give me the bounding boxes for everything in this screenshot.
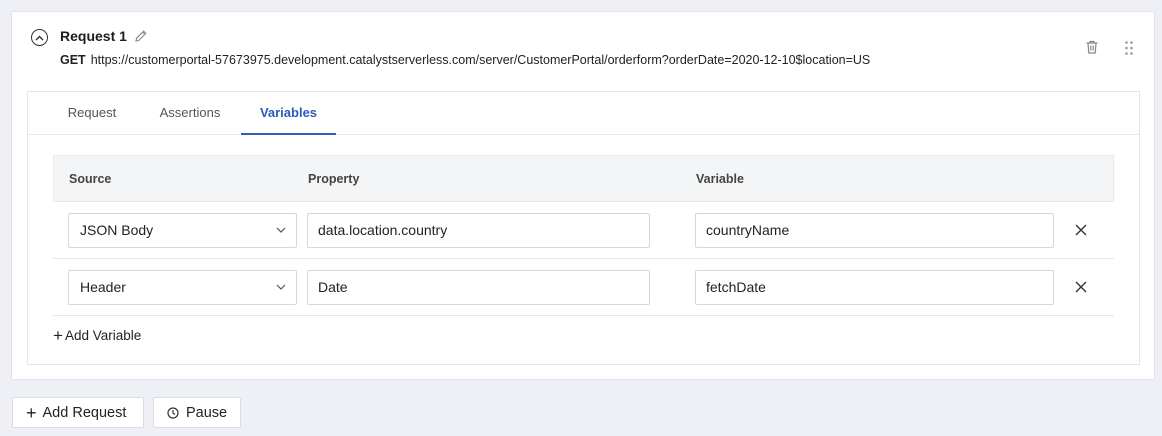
request-card: Request 1 GET https://customerportal-5767… bbox=[11, 11, 1155, 380]
add-variable-button[interactable]: + Add Variable bbox=[53, 325, 142, 345]
table-header: Source Property Variable bbox=[53, 155, 1114, 202]
pencil-icon[interactable] bbox=[134, 29, 148, 43]
source-select-value: JSON Body bbox=[80, 222, 154, 238]
clock-icon bbox=[167, 406, 179, 419]
variable-input[interactable]: fetchDate bbox=[695, 270, 1054, 305]
table-row: JSON Body data.location.country countryN… bbox=[53, 202, 1114, 259]
collapse-button[interactable] bbox=[31, 29, 48, 46]
drag-handle-icon[interactable] bbox=[1124, 40, 1134, 56]
trash-icon[interactable] bbox=[1084, 39, 1100, 55]
source-select[interactable]: Header bbox=[68, 270, 297, 305]
request-title: Request 1 bbox=[60, 28, 127, 44]
chevron-down-icon bbox=[276, 284, 286, 290]
pause-label: Pause bbox=[186, 404, 228, 421]
property-input[interactable]: Date bbox=[307, 270, 650, 305]
request-url: https://customerportal-57673975.developm… bbox=[90, 53, 871, 67]
request-url-line: GET https://customerportal-57673975.devel… bbox=[60, 53, 870, 67]
source-select-value: Header bbox=[80, 279, 126, 295]
column-header-property: Property bbox=[308, 172, 360, 186]
close-icon[interactable] bbox=[1075, 224, 1087, 236]
source-select[interactable]: JSON Body bbox=[68, 213, 297, 248]
plus-icon: + bbox=[26, 402, 37, 423]
pause-button[interactable]: Pause bbox=[153, 397, 241, 428]
close-icon[interactable] bbox=[1075, 281, 1087, 293]
tab-assertions[interactable]: Assertions bbox=[152, 92, 228, 135]
add-request-label: Add Request bbox=[42, 404, 127, 421]
chevron-up-icon bbox=[35, 35, 44, 40]
property-input[interactable]: data.location.country bbox=[307, 213, 650, 248]
column-header-source: Source bbox=[69, 172, 112, 186]
tab-bar: Request Assertions Variables bbox=[28, 92, 1139, 135]
column-header-variable: Variable bbox=[696, 172, 744, 186]
variables-table: Source Property Variable JSON Body data.… bbox=[53, 155, 1114, 318]
plus-icon: + bbox=[53, 325, 63, 345]
chevron-down-icon bbox=[276, 227, 286, 233]
tab-variables[interactable]: Variables bbox=[241, 92, 336, 135]
tab-request[interactable]: Request bbox=[57, 92, 127, 135]
http-method: GET bbox=[60, 53, 86, 67]
request-detail-panel: Request Assertions Variables Source Prop… bbox=[27, 91, 1140, 365]
add-variable-label: Add Variable bbox=[64, 328, 142, 343]
table-row: Header Date fetchDate bbox=[53, 259, 1114, 316]
add-request-button[interactable]: + Add Request bbox=[12, 397, 144, 428]
variable-input[interactable]: countryName bbox=[695, 213, 1054, 248]
